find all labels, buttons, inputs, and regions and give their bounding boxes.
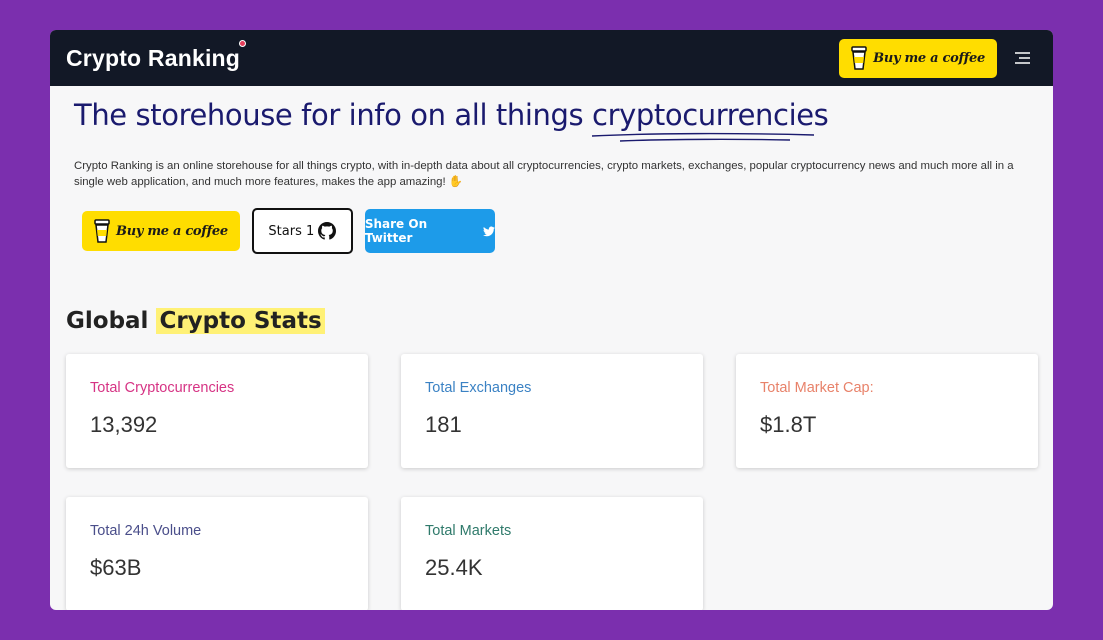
coffee-cup-icon (94, 219, 110, 243)
stat-label: Total 24h Volume (90, 523, 202, 539)
stat-card-total-24h-volume: Total 24h Volume $63B (66, 497, 368, 610)
nav-actions: Buy me a coffee (839, 38, 1031, 78)
coffee-cup-icon (851, 46, 867, 70)
hero-headline: The storehouse for info on all things cr… (74, 98, 1037, 142)
stat-label: Total Markets (425, 523, 512, 539)
stars-label: Stars 1 (268, 223, 315, 239)
stat-card-total-cryptocurrencies: Total Cryptocurrencies 13,392 (66, 354, 368, 468)
share-on-twitter-button[interactable]: Share On Twitter (364, 209, 495, 253)
stats-cards: Total Cryptocurrencies 13,392 Total Exch… (66, 354, 1038, 610)
cta-buttons: Buy me a coffee Stars 1 Share On Twitter (82, 208, 1037, 254)
stat-value: 25.4K (425, 555, 483, 580)
buy-me-a-coffee-button[interactable]: Buy me a coffee (839, 38, 997, 78)
stat-label: Total Exchanges (425, 380, 532, 396)
stat-card-total-exchanges: Total Exchanges 181 (401, 354, 703, 468)
stat-card-total-market-cap: Total Market Cap: $1.8T (736, 354, 1038, 468)
stat-label: Total Cryptocurrencies (90, 380, 235, 396)
stat-value: $63B (90, 555, 142, 580)
global-stats-title: Global Crypto Stats (66, 308, 1037, 334)
stat-card-total-markets: Total Markets 25.4K (401, 497, 703, 610)
brand-logo[interactable]: Crypto Ranking (66, 39, 247, 72)
underline-swash (592, 132, 815, 142)
app-window: Crypto Ranking Buy me a coffee The store… (50, 30, 1053, 610)
buy-me-a-coffee-label: Buy me a coffee (873, 50, 985, 66)
hero-buy-me-a-coffee-button[interactable]: Buy me a coffee (82, 211, 240, 251)
stats-title-prefix: Global (66, 308, 157, 334)
stat-value: 181 (425, 412, 462, 437)
stat-value: $1.8T (760, 412, 817, 437)
navbar: Crypto Ranking Buy me a coffee (50, 30, 1053, 86)
twitter-label: Share On Twitter (364, 217, 428, 245)
hero-buy-me-a-coffee-label: Buy me a coffee (116, 223, 228, 239)
headline-highlight-text: cryptocurrencies (592, 98, 829, 132)
menu-icon[interactable] (1013, 50, 1031, 66)
stat-label: Total Market Cap: (760, 380, 874, 396)
notification-dot (239, 39, 247, 47)
main-content: The storehouse for info on all things cr… (50, 86, 1053, 610)
github-stars-button[interactable]: Stars 1 (251, 208, 353, 254)
stat-value: 13,392 (90, 412, 158, 437)
twitter-bird-icon (482, 226, 495, 236)
headline-prefix: The storehouse for info on all things (74, 98, 593, 132)
stats-title-highlight: Crypto Stats (156, 308, 325, 334)
github-icon (318, 222, 337, 240)
headline-highlight: cryptocurrencies (592, 98, 829, 142)
brand-name[interactable]: Crypto Ranking (66, 45, 240, 71)
hero-description: Crypto Ranking is an online storehouse f… (74, 160, 1014, 188)
